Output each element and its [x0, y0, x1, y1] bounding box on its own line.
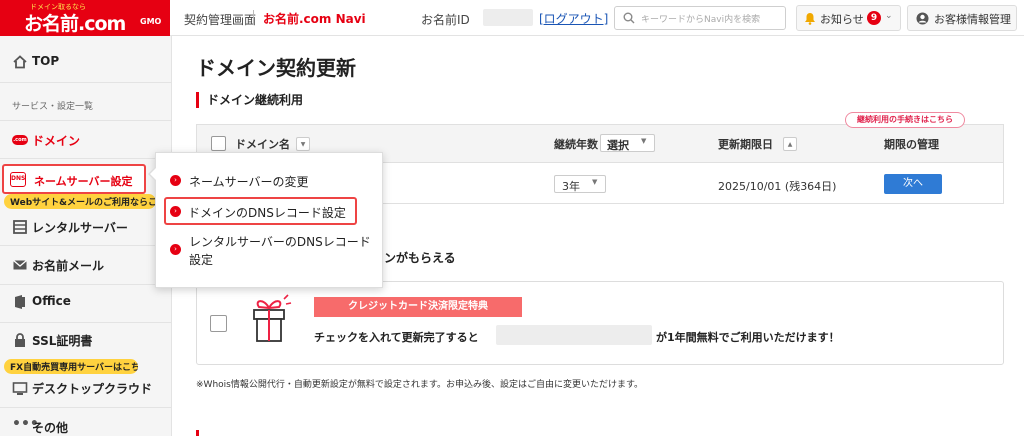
- sidebar-item-mail[interactable]: お名前メール: [0, 253, 171, 277]
- promo-text-before: チェックを入れて更新完了すると: [314, 331, 479, 344]
- sidebar-item-office[interactable]: Office: [0, 290, 171, 314]
- chevron-down-icon: ⌄: [885, 11, 893, 21]
- next-button[interactable]: 次へ: [884, 174, 942, 194]
- popup-item-label: ネームサーバーの変更: [189, 175, 309, 189]
- chevron-right-icon: ›: [170, 206, 181, 217]
- footnote: ※Whois情報公開代行・自動更新設定が無料で設定されます。お申込み後、設定はご…: [196, 380, 644, 390]
- row-expiry-date: 2025/10/01 (残364日): [718, 180, 837, 193]
- home-icon: [13, 55, 27, 69]
- promo-box: [196, 281, 1004, 365]
- navi-search-input[interactable]: キーワードからNavi内を検索: [614, 6, 786, 30]
- sidebar-item-label: TOP: [32, 54, 60, 68]
- page-title: ドメイン契約更新: [196, 56, 356, 80]
- promo-checkbox[interactable]: [210, 315, 227, 332]
- col-years-header: 継続年数: [554, 138, 598, 151]
- domain-sort-button[interactable]: ▼: [296, 137, 310, 151]
- onamae-logo[interactable]: ドメイン取るなら お名前.com GMO: [0, 0, 170, 36]
- select-all-checkbox[interactable]: [211, 136, 226, 151]
- section-title-bonus: インがもらえる: [372, 251, 456, 265]
- logo-name: お名前.com: [24, 13, 126, 35]
- notice-count-badge: 9: [867, 11, 881, 25]
- popup-item-change-nameserver[interactable]: › ネームサーバーの変更: [170, 173, 370, 189]
- years-bulk-select[interactable]: 選択 ▼: [600, 134, 655, 152]
- contract-screen-label: 契約管理画面: [184, 13, 257, 27]
- sidebar-item-desktop-cloud[interactable]: デスクトップクラウド: [0, 376, 171, 400]
- cloud-desktop-icon: [12, 382, 28, 395]
- lock-icon: [15, 333, 25, 347]
- sidebar-item-label: お名前メール: [32, 259, 105, 273]
- sidebar-item-nameserver[interactable]: DNS ネームサーバー設定: [2, 164, 146, 194]
- promo-text-after: が1年間無料でご利用いただけます！: [656, 331, 840, 344]
- dotcom-icon: .com: [12, 135, 28, 145]
- gift-icon: [253, 294, 292, 342]
- promo-ribbon: クレジットカード決済限定特典: [314, 297, 522, 317]
- customer-info-button[interactable]: お客様情報管理: [907, 5, 1017, 31]
- search-placeholder: キーワードからNavi内を検索: [641, 15, 761, 25]
- more-dots-icon: •••: [12, 416, 39, 432]
- popup-item-label: レンタルサーバーのDNSレコード設定: [189, 235, 371, 267]
- logo-gmo: GMO: [140, 17, 162, 26]
- years-bulk-select-value: 選択: [607, 139, 629, 152]
- sidebar-item-label: デスクトップクラウド: [32, 382, 153, 396]
- sidebar-item-label: ドメイン: [32, 134, 81, 148]
- popup-item-rental-dns[interactable]: › レンタルサーバーのDNSレコード設定: [170, 233, 374, 273]
- chevron-down-icon: ▼: [592, 178, 598, 186]
- section-marker: [196, 430, 199, 436]
- fx-promo-pill[interactable]: FX自動売買専用サーバーはこちら: [4, 359, 138, 374]
- bell-icon: [805, 13, 815, 25]
- sidebar-item-label: レンタルサーバー: [32, 221, 128, 235]
- row-years-value: 3年: [562, 180, 580, 193]
- sidebar-item-top[interactable]: TOP: [0, 50, 171, 74]
- sidebar-section-header: サービス・設定一覧: [12, 102, 94, 112]
- header-divider: [253, 10, 254, 25]
- sidebar-item-domain[interactable]: .com ドメイン: [0, 128, 171, 152]
- sidebar-item-rental-server[interactable]: レンタルサーバー: [0, 215, 171, 239]
- onamae-id-label: お名前ID: [421, 13, 470, 27]
- nameserver-popup-menu: › ネームサーバーの変更 › ドメインのDNSレコード設定 › レンタルサーバー…: [155, 152, 383, 288]
- server-icon: [13, 220, 27, 234]
- popup-item-domain-dns[interactable]: › ドメインのDNSレコード設定: [164, 197, 357, 225]
- section-title-renewal: ドメイン継続利用: [196, 92, 303, 108]
- popup-item-label: ドメインのDNSレコード設定: [188, 206, 346, 220]
- chevron-right-icon: ›: [170, 244, 181, 255]
- search-icon: [623, 12, 635, 24]
- user-icon: [916, 12, 929, 25]
- sidebar-item-ssl[interactable]: SSL証明書: [0, 328, 171, 352]
- office-icon: [15, 295, 25, 309]
- sidebar-item-label: ネームサーバー設定: [34, 175, 133, 188]
- col-domain-header: ドメイン名: [235, 138, 290, 151]
- sidebar-item-other[interactable]: ••• その他: [0, 415, 171, 436]
- col-manage-header: 期限の管理: [884, 138, 939, 151]
- logout-link[interactable]: [ログアウト]: [539, 10, 608, 27]
- notice-button[interactable]: お知らせ 9 ⌄: [796, 5, 901, 31]
- chevron-down-icon: ▼: [641, 137, 647, 145]
- notice-label: お知らせ: [820, 13, 864, 26]
- sidebar-item-label: Office: [32, 294, 71, 308]
- dns-icon: DNS: [10, 172, 26, 187]
- chevron-right-icon: ›: [170, 175, 181, 186]
- sidebar-item-label: その他: [32, 421, 69, 435]
- popup-arrow-fill: [150, 167, 157, 181]
- col-expiry-header: 更新期限日: [718, 138, 773, 151]
- customer-info-label: お客様情報管理: [934, 13, 1011, 26]
- sidebar: TOP サービス・設定一覧 .com ドメイン DNS ネームサーバー設定 We…: [0, 36, 172, 436]
- navi-title: お名前.com Navi: [263, 12, 366, 26]
- sidebar-item-label: SSL証明書: [32, 334, 93, 348]
- row-years-select[interactable]: 3年 ▼: [554, 175, 606, 193]
- onamae-id-redacted: [483, 9, 533, 26]
- nameserver-promo-pill[interactable]: Webサイト&メールのご利用ならこちら: [4, 194, 156, 209]
- expiry-sort-button[interactable]: ▲: [783, 137, 797, 151]
- mail-icon: [13, 260, 27, 270]
- promo-redacted: [496, 325, 652, 345]
- renewal-procedure-tag[interactable]: 継続利用の手続きはこちら: [845, 112, 965, 128]
